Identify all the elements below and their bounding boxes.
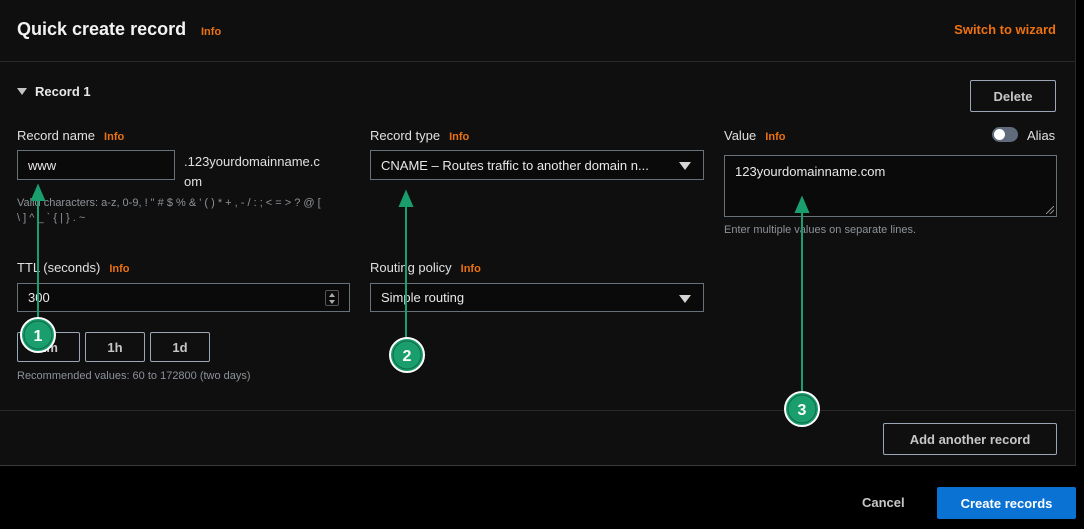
ttl-preset-1d-button[interactable]: 1d bbox=[150, 332, 210, 362]
ttl-label: TTL (seconds) Info bbox=[17, 260, 130, 275]
record-name-label-text: Record name bbox=[17, 128, 96, 143]
ttl-label-text: TTL (seconds) bbox=[17, 260, 101, 275]
title-info-link[interactable]: Info bbox=[201, 26, 221, 38]
record-name-info-link[interactable]: Info bbox=[104, 131, 124, 143]
dropdown-arrow-icon bbox=[679, 162, 691, 170]
toggle-knob bbox=[994, 129, 1005, 140]
ttl-value: 300 bbox=[28, 290, 50, 305]
domain-suffix: .123yourdomainname.c om bbox=[184, 152, 320, 192]
record-name-input[interactable]: www bbox=[17, 150, 175, 180]
domain-suffix-line1: .123yourdomainname.c bbox=[184, 154, 320, 169]
dropdown-arrow-icon bbox=[679, 294, 691, 303]
record-name-hint-line1: Valid characters: a-z, 0-9, ! " # $ % & … bbox=[17, 197, 321, 209]
add-another-record-button[interactable]: Add another record bbox=[883, 423, 1057, 455]
alias-toggle[interactable] bbox=[992, 127, 1018, 142]
record-type-value: CNAME – Routes traffic to another domain… bbox=[381, 157, 649, 173]
panel-header: Quick create record Info Switch to wizar… bbox=[0, 0, 1076, 62]
value-label: Value Info bbox=[724, 128, 785, 143]
ttl-preset-1m-button[interactable]: 1m bbox=[17, 332, 80, 362]
record-expand-toggle[interactable]: Record 1 bbox=[17, 84, 91, 99]
value-info-link[interactable]: Info bbox=[765, 131, 785, 143]
spin-down-icon[interactable] bbox=[329, 299, 335, 304]
routing-policy-label: Routing policy Info bbox=[370, 260, 481, 275]
record-name-label: Record name Info bbox=[17, 128, 124, 143]
value-text: 123yourdomainname.com bbox=[735, 164, 886, 179]
cancel-button[interactable]: Cancel bbox=[862, 495, 905, 510]
routing-policy-select[interactable]: Simple routing bbox=[370, 283, 704, 312]
record-type-info-link[interactable]: Info bbox=[449, 131, 469, 143]
record-type-label-text: Record type bbox=[370, 128, 441, 143]
domain-suffix-line2: om bbox=[184, 174, 203, 189]
routing-policy-label-text: Routing policy bbox=[370, 260, 452, 275]
record-type-select[interactable]: CNAME – Routes traffic to another domain… bbox=[370, 150, 704, 180]
page-title: Quick create record bbox=[17, 19, 187, 39]
record-type-label: Record type Info bbox=[370, 128, 469, 143]
record-name-hint-line2: \ ] ^ _ ` { | } . ~ bbox=[17, 212, 86, 224]
number-spinner-icon[interactable] bbox=[325, 290, 339, 306]
record-toggle-label: Record 1 bbox=[35, 84, 91, 99]
create-records-button[interactable]: Create records bbox=[937, 487, 1076, 519]
alias-label: Alias bbox=[1027, 128, 1056, 143]
value-label-text: Value bbox=[724, 128, 757, 143]
ttl-preset-1h-button[interactable]: 1h bbox=[85, 332, 145, 362]
value-hint: Enter multiple values on separate lines. bbox=[724, 224, 916, 236]
ttl-hint: Recommended values: 60 to 172800 (two da… bbox=[17, 370, 251, 382]
caret-down-icon bbox=[17, 88, 27, 95]
value-textarea[interactable]: 123yourdomainname.com bbox=[724, 155, 1057, 217]
spin-up-icon[interactable] bbox=[329, 292, 335, 297]
delete-button[interactable]: Delete bbox=[970, 80, 1056, 112]
quick-create-panel: Quick create record Info Switch to wizar… bbox=[0, 0, 1076, 466]
switch-to-wizard-link[interactable]: Switch to wizard bbox=[954, 22, 1056, 37]
ttl-input[interactable]: 300 bbox=[17, 283, 350, 312]
routing-policy-value: Simple routing bbox=[381, 290, 465, 305]
record-name-hint: Valid characters: a-z, 0-9, ! " # $ % & … bbox=[17, 196, 357, 226]
resize-handle-icon[interactable] bbox=[1046, 206, 1054, 214]
section-divider bbox=[0, 410, 1076, 411]
ttl-info-link[interactable]: Info bbox=[109, 263, 129, 275]
routing-policy-info-link[interactable]: Info bbox=[461, 263, 481, 275]
